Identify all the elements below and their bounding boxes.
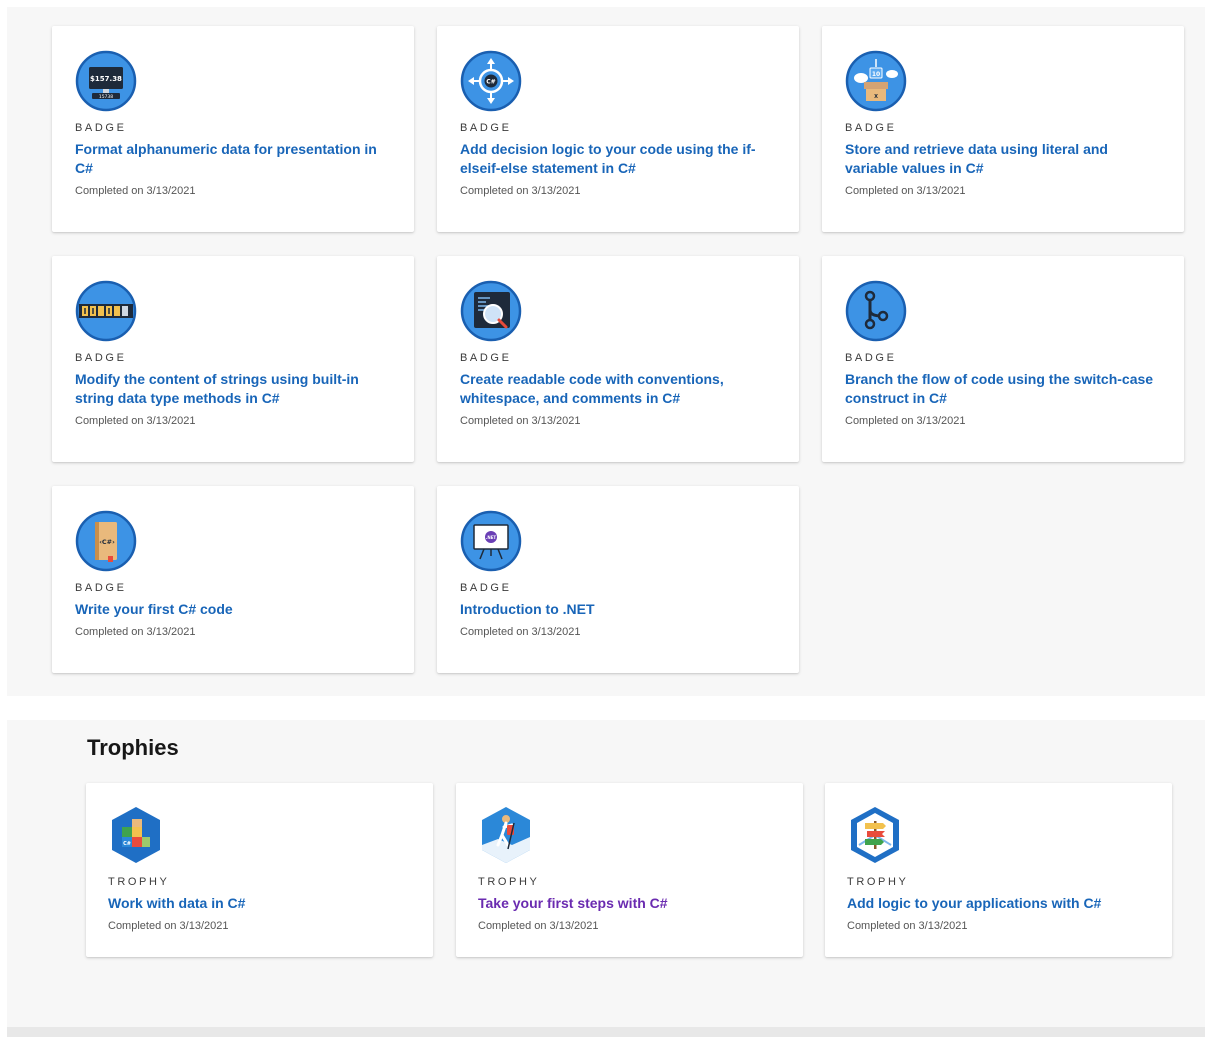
completed-date: Completed on 3/13/2021 — [108, 920, 229, 932]
svg-text:10: 10 — [872, 71, 880, 78]
badge-kind-label: BADGE — [75, 582, 127, 594]
badge-title-link[interactable]: Write your first C# code — [75, 600, 391, 619]
completed-date: Completed on 3/13/2021 — [460, 626, 581, 638]
csharp-book-icon: ‹C#› — [75, 510, 137, 572]
badge-title-link[interactable]: Format alphanumeric data for presentatio… — [75, 140, 391, 178]
badge-title-link[interactable]: Introduction to .NET — [460, 600, 776, 619]
page-footer-strip — [7, 1027, 1205, 1037]
svg-text:C#: C# — [486, 79, 495, 86]
completed-date: Completed on 3/13/2021 — [845, 185, 966, 197]
monitor-price-icon: $157.38 15738 — [75, 50, 137, 112]
svg-text:$157.38: $157.38 — [90, 75, 122, 83]
badge-card[interactable]: .NET BADGE Introduction to .NET Complete… — [437, 486, 799, 673]
badge-kind-label: BADGE — [460, 352, 512, 364]
badge-title-link[interactable]: Store and retrieve data using literal an… — [845, 140, 1161, 178]
badge-title-link[interactable]: Add decision logic to your code using th… — [460, 140, 776, 178]
trophy-kind-label: TROPHY — [478, 876, 540, 888]
badge-title-link[interactable]: Branch the flow of code using the switch… — [845, 370, 1161, 408]
data-blocks-trophy-icon: C# — [108, 805, 164, 865]
badge-title-link[interactable]: Create readable code with conventions, w… — [460, 370, 776, 408]
badge-kind-label: BADGE — [75, 352, 127, 364]
storage-box-icon: 10 X — [845, 50, 907, 112]
completed-date: Completed on 3/13/2021 — [75, 415, 196, 427]
completed-date: Completed on 3/13/2021 — [75, 185, 196, 197]
badge-card[interactable]: BADGE Branch the flow of code using the … — [822, 256, 1184, 462]
svg-text:C#: C# — [123, 841, 131, 847]
completed-date: Completed on 3/13/2021 — [478, 920, 599, 932]
trophy-card[interactable]: TROPHY Take your first steps with C# Com… — [456, 783, 803, 957]
dotnet-presentation-icon: .NET — [460, 510, 522, 572]
svg-text:X: X — [874, 94, 878, 100]
trophy-card[interactable]: TROPHY Add logic to your applications wi… — [825, 783, 1172, 957]
badge-card[interactable]: 10 X BADGE Store and retrieve data using… — [822, 26, 1184, 232]
badge-card[interactable]: BADGE Create readable code with conventi… — [437, 256, 799, 462]
completed-date: Completed on 3/13/2021 — [460, 415, 581, 427]
decision-arrows-icon: C# — [460, 50, 522, 112]
string-blocks-icon — [75, 280, 137, 342]
signpost-trophy-icon — [847, 805, 903, 865]
trophy-title-link[interactable]: Take your first steps with C# — [478, 894, 781, 913]
hiker-trophy-icon — [478, 805, 534, 865]
badge-card[interactable]: C# BADGE Add decision logic to your code… — [437, 26, 799, 232]
badge-kind-label: BADGE — [460, 122, 512, 134]
badge-kind-label: BADGE — [845, 352, 897, 364]
badge-title-link[interactable]: Modify the content of strings using buil… — [75, 370, 391, 408]
trophies-section: Trophies C# TROPHY Work with data in C# … — [7, 720, 1205, 1027]
badge-card[interactable]: ‹C#› BADGE Write your first C# code Comp… — [52, 486, 414, 673]
branch-icon — [845, 280, 907, 342]
badge-kind-label: BADGE — [845, 122, 897, 134]
completed-date: Completed on 3/13/2021 — [75, 626, 196, 638]
badge-kind-label: BADGE — [460, 582, 512, 594]
completed-date: Completed on 3/13/2021 — [460, 185, 581, 197]
trophy-kind-label: TROPHY — [847, 876, 909, 888]
svg-text:15738: 15738 — [99, 94, 113, 100]
badge-card[interactable]: BADGE Modify the content of strings usin… — [52, 256, 414, 462]
badge-card[interactable]: $157.38 15738 BADGE Format alphanumeric … — [52, 26, 414, 232]
badge-kind-label: BADGE — [75, 122, 127, 134]
svg-text:‹C#›: ‹C#› — [99, 538, 115, 546]
code-magnifier-icon — [460, 280, 522, 342]
trophy-title-link[interactable]: Add logic to your applications with C# — [847, 894, 1150, 913]
badges-section: $157.38 15738 BADGE Format alphanumeric … — [7, 7, 1205, 696]
trophy-kind-label: TROPHY — [108, 876, 170, 888]
trophy-title-link[interactable]: Work with data in C# — [108, 894, 411, 913]
completed-date: Completed on 3/13/2021 — [845, 415, 966, 427]
trophies-heading: Trophies — [87, 735, 179, 760]
completed-date: Completed on 3/13/2021 — [847, 920, 968, 932]
svg-text:.NET: .NET — [486, 535, 497, 540]
trophy-card[interactable]: C# TROPHY Work with data in C# Completed… — [86, 783, 433, 957]
